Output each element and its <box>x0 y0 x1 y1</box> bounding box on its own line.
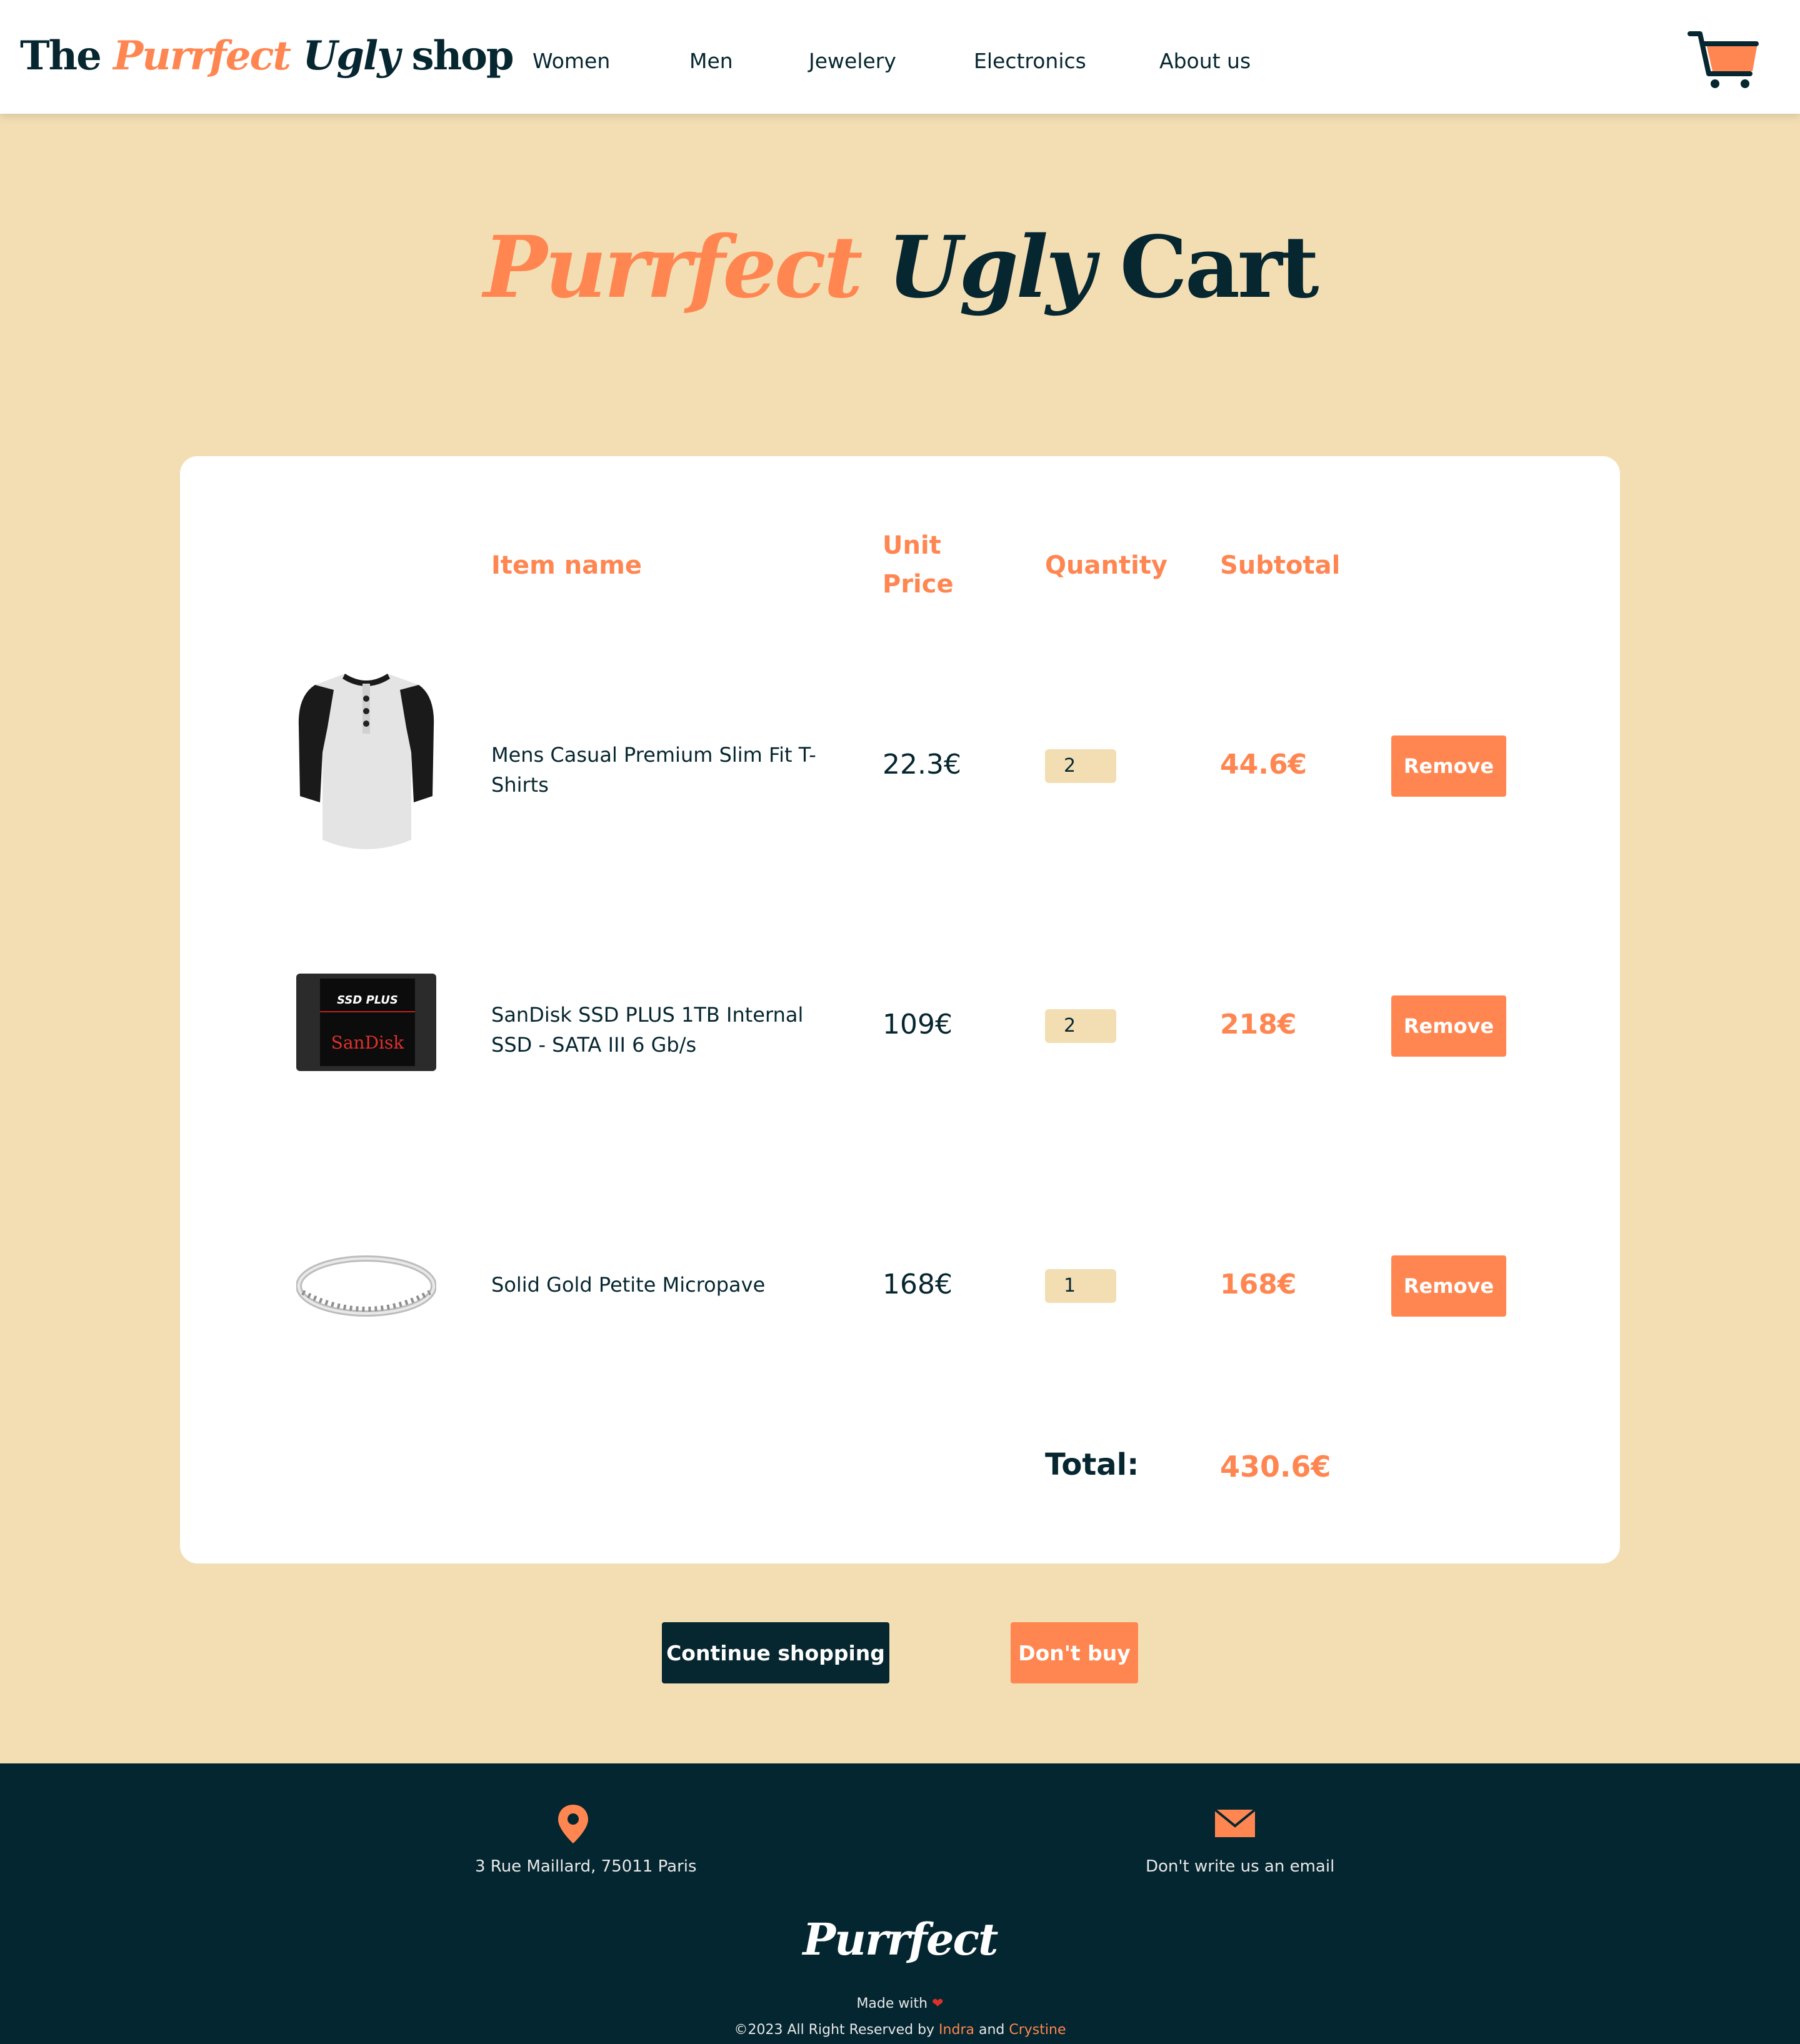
table-row: Solid Gold Petite Micropave 168€ 168€ Re… <box>180 1191 1620 1378</box>
made-with-text: Made with <box>856 1996 928 2012</box>
site-header: The Purrfect Ugly shop Women Men Jeweler… <box>0 0 1800 114</box>
remove-button[interactable]: Remove <box>1391 1255 1506 1317</box>
quantity-input[interactable] <box>1045 1269 1116 1303</box>
copyright: ©2023 All Right Reserved by Indra and Cr… <box>0 2022 1800 2038</box>
remove-button[interactable]: Remove <box>1391 735 1506 797</box>
footer-address: 3 Rue Maillard, 75011 Paris <box>475 1857 697 1876</box>
logo-the: The <box>20 32 114 79</box>
logo-purrfect: Purrfect <box>113 32 291 79</box>
mail-icon[interactable] <box>1214 1808 1256 1838</box>
copyright-prefix: ©2023 All Right Reserved by <box>734 2022 939 2038</box>
title-purrfect: Purrfect <box>483 217 862 317</box>
nav-jewelery[interactable]: Jewelery <box>809 49 896 73</box>
ssd-label-text: SSD PLUS <box>337 994 398 1007</box>
nav-about-us[interactable]: About us <box>1159 49 1251 73</box>
unit-price: 22.3€ <box>882 749 961 780</box>
header-subtotal: Subtotal <box>1220 551 1341 580</box>
header-unit-price-line2: Price <box>882 570 954 599</box>
table-row: Mens Casual Premium Slim Fit T-Shirts 22… <box>180 671 1620 859</box>
dont-buy-button[interactable]: Don't buy <box>1011 1622 1138 1683</box>
tshirt-image <box>298 674 434 849</box>
site-logo[interactable]: The Purrfect Ugly shop <box>20 32 514 79</box>
made-with: Made with ❤ <box>0 1996 1800 2012</box>
footer-email[interactable]: Don't write us an email <box>1146 1857 1334 1876</box>
author-indra[interactable]: Indra <box>939 2022 974 2038</box>
nav-men[interactable]: Men <box>689 49 733 73</box>
quantity-input[interactable] <box>1045 749 1116 783</box>
author-crystine[interactable]: Crystine <box>1009 2022 1066 2038</box>
logo-ugly: Ugly <box>290 32 400 79</box>
heart-icon: ❤ <box>932 1996 944 2012</box>
continue-shopping-button[interactable]: Continue shopping <box>662 1622 889 1683</box>
item-name: Mens Casual Premium Slim Fit T-Shirts <box>491 743 816 797</box>
site-footer: 3 Rue Maillard, 75011 Paris Don't write … <box>0 1763 1800 2044</box>
item-name: Solid Gold Petite Micropave <box>491 1273 766 1297</box>
ssd-image: SSD PLUS SanDisk <box>296 974 436 1071</box>
logo-shop: shop <box>399 32 514 79</box>
nav-women[interactable]: Women <box>532 49 610 73</box>
footer-logo: Purrfect <box>802 1913 999 1965</box>
subtotal: 218€ <box>1220 1009 1297 1040</box>
header-unit-price: Unit Price <box>882 526 954 604</box>
total-value: 430.6€ <box>1220 1450 1331 1483</box>
total-label: Total: <box>1045 1447 1139 1482</box>
unit-price: 109€ <box>882 1009 952 1040</box>
quantity-input[interactable] <box>1045 1009 1116 1043</box>
subtotal: 44.6€ <box>1220 749 1308 780</box>
table-row: SSD PLUS SanDisk SanDisk SSD PLUS 1TB In… <box>180 931 1620 1119</box>
title-ugly: Ugly <box>860 217 1095 317</box>
nav-electronics[interactable]: Electronics <box>974 49 1086 73</box>
cart-icon[interactable] <box>1688 30 1760 90</box>
cart-table: Item name Unit Price Quantity Subtotal M… <box>180 456 1620 1563</box>
ring-image <box>296 1255 436 1317</box>
unit-price: 168€ <box>882 1269 952 1300</box>
page-title: Purrfect Ugly Cart <box>0 217 1800 317</box>
header-unit-price-line1: Unit <box>882 531 941 560</box>
remove-button[interactable]: Remove <box>1391 995 1506 1057</box>
item-name: SanDisk SSD PLUS 1TB Internal SSD - SATA… <box>491 1003 804 1057</box>
header-quantity: Quantity <box>1045 551 1168 580</box>
header-item-name: Item name <box>491 551 642 580</box>
subtotal: 168€ <box>1220 1269 1297 1300</box>
title-cart: Cart <box>1092 217 1319 317</box>
ssd-brand-text: SanDisk <box>331 1032 405 1053</box>
location-pin-icon <box>558 1805 588 1843</box>
copyright-and: and <box>974 2022 1009 2038</box>
